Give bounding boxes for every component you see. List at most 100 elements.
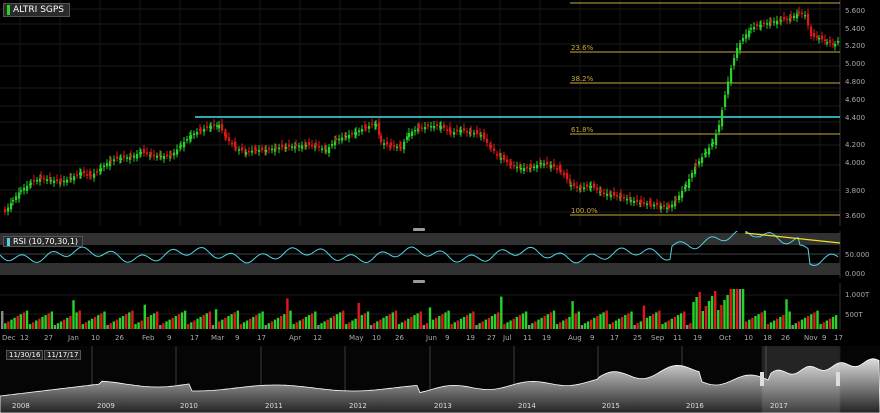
candle-body bbox=[610, 195, 613, 197]
volume-bar bbox=[183, 310, 187, 329]
volume-bar bbox=[714, 291, 717, 329]
volume-bar bbox=[283, 314, 286, 329]
candle-body bbox=[63, 180, 66, 183]
candle-body bbox=[623, 197, 626, 199]
time-axis-label: Jun bbox=[426, 334, 437, 342]
candle-body bbox=[675, 198, 678, 201]
candle-body bbox=[408, 133, 411, 138]
candle-body bbox=[180, 145, 183, 147]
time-axis-label: 17 bbox=[190, 334, 199, 342]
volume-bar bbox=[782, 315, 785, 329]
candle-body bbox=[566, 172, 569, 180]
candle-body bbox=[18, 192, 21, 199]
volume-bar bbox=[252, 316, 255, 329]
price-chart[interactable] bbox=[0, 0, 880, 226]
volume-bar bbox=[227, 316, 230, 329]
candle-body bbox=[796, 13, 799, 19]
rsi-panel[interactable] bbox=[0, 231, 880, 278]
rsi-legend[interactable]: RSI (10,70,30,1) bbox=[3, 236, 84, 247]
candle-body bbox=[403, 141, 406, 150]
volume-bar bbox=[735, 289, 739, 329]
time-axis-label: 26 bbox=[781, 334, 790, 342]
volume-bar bbox=[345, 324, 348, 329]
volume-bar bbox=[794, 323, 797, 329]
volume-bar bbox=[568, 316, 571, 329]
candle-body bbox=[143, 149, 146, 153]
candle-body bbox=[650, 203, 653, 206]
volume-bar bbox=[236, 310, 239, 329]
volume-bar bbox=[193, 320, 196, 329]
volume-bar bbox=[28, 324, 32, 329]
candle-body bbox=[536, 165, 539, 169]
volume-bar bbox=[552, 310, 556, 329]
candle-body bbox=[695, 164, 698, 166]
candle-body bbox=[231, 142, 234, 145]
volume-bar bbox=[537, 319, 540, 329]
rsi-chart[interactable] bbox=[0, 231, 880, 278]
time-axis-label: Mar bbox=[211, 334, 225, 342]
volume-bar bbox=[686, 325, 689, 329]
volume-bar bbox=[400, 322, 404, 329]
candle-body bbox=[793, 15, 796, 18]
candle-body bbox=[325, 150, 328, 152]
volume-bar bbox=[506, 322, 509, 329]
candle-body bbox=[613, 192, 616, 196]
volume-bar bbox=[707, 301, 711, 329]
candle-body bbox=[653, 204, 656, 207]
candle-body bbox=[523, 168, 526, 171]
candle-body bbox=[355, 132, 358, 136]
volume-bar bbox=[168, 319, 171, 329]
candle-body bbox=[593, 183, 596, 188]
volume-panel[interactable] bbox=[0, 283, 880, 330]
candle-body bbox=[348, 134, 351, 139]
candle-body bbox=[424, 127, 427, 130]
candle-body bbox=[311, 144, 314, 147]
volume-bar bbox=[208, 311, 212, 329]
volume-bar bbox=[1, 311, 4, 329]
instrument-legend[interactable]: ALTRI SGPS bbox=[3, 3, 71, 17]
candle-body bbox=[12, 200, 15, 202]
volume-chart[interactable] bbox=[0, 283, 880, 330]
volume-bar bbox=[676, 315, 680, 329]
candle-body bbox=[338, 138, 341, 141]
candle-body bbox=[40, 176, 43, 178]
volume-bar bbox=[125, 314, 128, 329]
volume-bar bbox=[435, 317, 438, 329]
volume-bar bbox=[444, 312, 447, 329]
candle-body bbox=[643, 202, 646, 204]
candle-body bbox=[305, 145, 308, 147]
candle-body bbox=[10, 203, 13, 210]
candle-body bbox=[421, 127, 424, 129]
candle-body bbox=[813, 33, 816, 37]
candle-body bbox=[801, 12, 804, 15]
volume-level-label: 1.000T bbox=[845, 291, 870, 299]
candle-body bbox=[816, 36, 819, 38]
candle-body bbox=[463, 128, 466, 131]
volume-bar bbox=[230, 314, 233, 329]
candle-body bbox=[603, 192, 606, 195]
candle-body bbox=[520, 168, 523, 170]
candle-body bbox=[193, 133, 196, 135]
volume-bar bbox=[118, 317, 122, 329]
volume-bar bbox=[726, 295, 729, 329]
volume-bar bbox=[134, 324, 137, 329]
candle-body bbox=[321, 148, 324, 150]
candle-body bbox=[301, 145, 304, 149]
candle-body bbox=[460, 130, 463, 133]
candle-body bbox=[739, 43, 742, 51]
volume-bar bbox=[261, 311, 264, 329]
volume-bar bbox=[270, 321, 274, 329]
volume-bar bbox=[549, 312, 553, 329]
navigator-year-label: 2014 bbox=[518, 402, 536, 410]
volume-bar bbox=[419, 311, 422, 329]
price-chart-panel[interactable] bbox=[0, 0, 880, 226]
candle-body bbox=[396, 146, 399, 149]
candle-body bbox=[493, 148, 496, 151]
candle-body bbox=[248, 150, 251, 153]
candle-body bbox=[586, 184, 589, 187]
volume-bar bbox=[224, 317, 227, 329]
candle-body bbox=[271, 148, 274, 151]
volume-bar bbox=[369, 325, 373, 329]
volume-bar bbox=[710, 296, 714, 329]
candle-body bbox=[513, 165, 516, 167]
